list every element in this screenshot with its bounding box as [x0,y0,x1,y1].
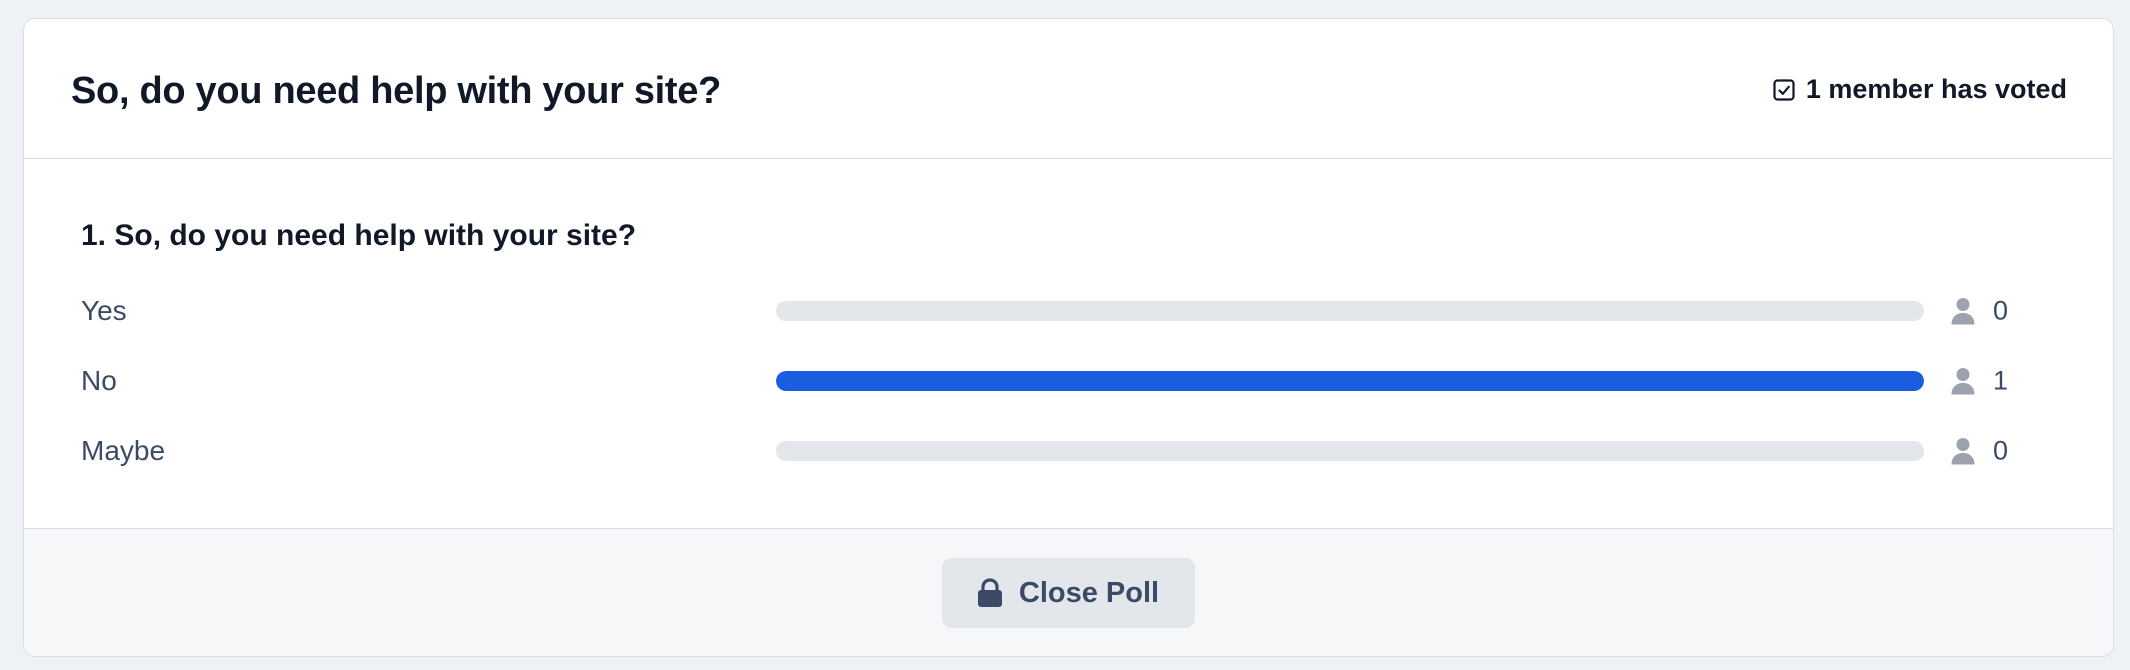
option-vote-count: 0 [1993,435,2009,466]
option-progress-bar [776,441,1924,461]
option-voters[interactable]: 0 [1951,436,2008,467]
poll-option-no: No 1 [81,346,2113,416]
poll-footer: Close Poll [24,529,2113,656]
poll-header: So, do you need help with your site? 1 m… [24,19,2113,159]
user-icon [1951,437,1975,465]
checkbox-checked-icon [1772,78,1796,102]
close-poll-label: Close Poll [1018,576,1160,609]
option-progress-bar [776,301,1924,321]
option-progress-bar [776,371,1924,391]
poll-body: 1. So, do you need help with your site? … [24,159,2113,529]
option-progress-fill [776,371,1924,391]
voted-count-text: 1 member has voted [1805,74,2067,104]
close-poll-button[interactable]: Close Poll [941,558,1196,628]
option-label: No [81,365,117,396]
question-title: 1. So, do you need help with your site? [81,219,637,252]
poll-card: So, do you need help with your site? 1 m… [23,18,2114,657]
user-icon [1951,297,1975,325]
option-label: Maybe [81,435,166,466]
option-vote-count: 0 [1993,295,2009,326]
user-icon [1951,367,1975,395]
option-label: Yes [81,295,127,326]
voted-info: 1 member has voted [1772,74,2067,105]
option-vote-count: 1 [1993,365,2009,396]
lock-icon [977,578,1003,608]
poll-title: So, do you need help with your site? [71,70,722,112]
poll-option-maybe: Maybe 0 [81,416,2113,486]
poll-option-yes: Yes 0 [81,276,2113,346]
option-voters[interactable]: 0 [1951,296,2008,327]
option-voters[interactable]: 1 [1951,366,2008,397]
